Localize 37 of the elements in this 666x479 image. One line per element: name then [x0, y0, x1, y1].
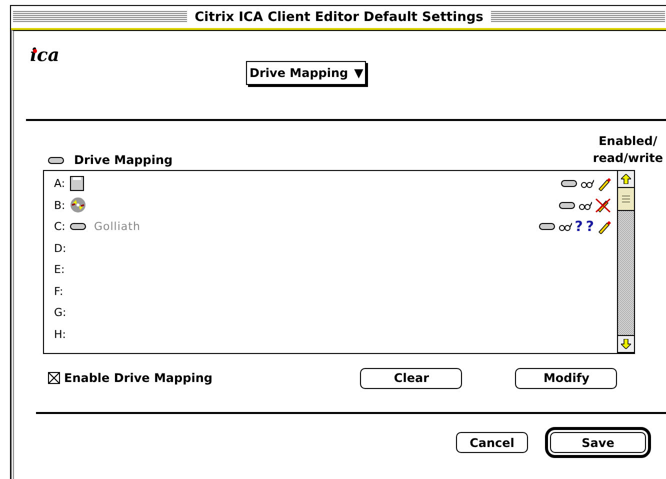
drive-row[interactable]: H:: [44, 324, 617, 345]
drive-letter: H:: [54, 328, 67, 341]
drive-letter: E:: [54, 263, 66, 276]
question-mark: ?: [586, 218, 594, 235]
title-bar-stripes[interactable]: [491, 11, 666, 23]
dialog-button[interactable]: Cancel: [456, 432, 528, 453]
logo: ica: [30, 45, 60, 66]
drive-icon: [48, 156, 64, 164]
drive-letter: G:: [54, 306, 68, 320]
window-title: Citrix ICA Client Editor Default Settings: [194, 10, 484, 24]
drive-letter: B:: [54, 198, 66, 212]
drive-letter: F:: [54, 284, 64, 298]
up-arrow-icon[interactable]: [621, 174, 631, 184]
drive-row[interactable]: G:: [44, 302, 617, 324]
scrollbar[interactable]: [617, 171, 634, 353]
title-bar-stripes[interactable]: [13, 11, 187, 23]
dialog-button[interactable]: Modify: [515, 368, 618, 388]
section-dropdown[interactable]: Drive Mapping ▼: [246, 61, 366, 85]
question-mark: ?: [574, 218, 583, 235]
drive-row[interactable]: C: Golliath ? ?: [44, 216, 617, 238]
drive-letter: D:: [54, 242, 68, 255]
drive-row[interactable]: E:: [44, 259, 617, 280]
down-arrow-icon[interactable]: [621, 339, 631, 349]
drive-row[interactable]: A:: [44, 173, 617, 194]
drive-row[interactable]: D:: [44, 238, 617, 259]
scroll-thumb-icon[interactable]: [622, 195, 630, 203]
dialog-button[interactable]: Clear: [360, 368, 462, 388]
drive-row[interactable]: B:: [44, 194, 617, 216]
checkbox-label: Enable Drive Mapping: [64, 371, 212, 385]
drive-row[interactable]: F:: [44, 280, 617, 302]
drive-name: Golliath: [94, 220, 140, 234]
checkbox[interactable]: [48, 372, 60, 384]
disc-icon: [70, 197, 86, 214]
list-heading: Drive Mapping: [74, 153, 173, 167]
drive-letter: C:: [54, 220, 66, 234]
drive-letter: A:: [54, 177, 66, 190]
column-heading: Enabled/ read/write: [592, 133, 663, 167]
